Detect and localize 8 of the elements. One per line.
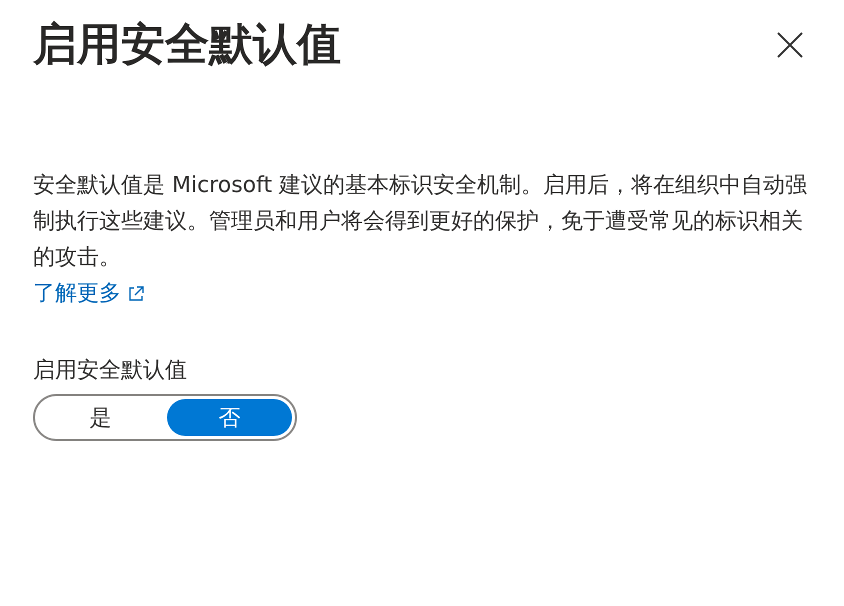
close-icon[interactable] <box>777 32 803 58</box>
toggle-label: 启用安全默认值 <box>33 357 188 385</box>
toggle-option[interactable]: 否 <box>167 399 292 436</box>
external-link-icon <box>127 285 145 303</box>
learn-more-link[interactable]: 了解更多 <box>33 276 145 312</box>
toggle-option[interactable]: 是 <box>38 399 163 436</box>
panel-title: 启用安全默认值 <box>33 18 341 72</box>
description-text: 安全默认值是 Microsoft 建议的基本标识安全机制。启用后，将在组织中自动强制执行这些建议。管理员和用户将会得到更好的保护，免于遭受常见的标识相关的攻击。 <box>33 172 808 272</box>
